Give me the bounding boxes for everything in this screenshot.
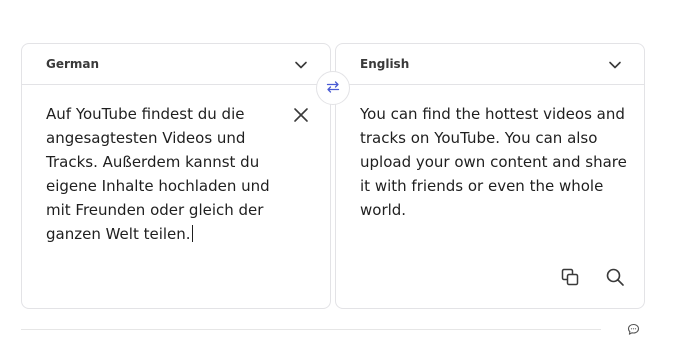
chat-bubble-icon[interactable] [626, 322, 640, 336]
text-cursor [191, 225, 193, 242]
chevron-down-icon[interactable] [608, 58, 622, 72]
source-panel: German Auf YouTube findest du die angesa… [21, 43, 331, 309]
source-text: Auf YouTube findest du die angesagtesten… [46, 105, 270, 243]
target-language-label: English [360, 57, 410, 71]
target-panel: English You can find the hottest videos … [335, 43, 645, 309]
swap-languages-button[interactable] [316, 71, 350, 105]
copy-icon[interactable] [559, 266, 581, 288]
translation-output: You can find the hottest videos and trac… [360, 102, 632, 222]
source-language-label: German [46, 57, 100, 71]
search-icon[interactable] [604, 266, 626, 288]
target-text: You can find the hottest videos and trac… [360, 105, 627, 219]
swap-arrows-icon [326, 79, 340, 98]
target-language-selector[interactable]: English [336, 44, 644, 85]
source-language-selector[interactable]: German [22, 44, 330, 85]
chevron-down-icon[interactable] [294, 58, 308, 72]
footer-divider [21, 329, 601, 330]
source-text-input[interactable]: Auf YouTube findest du die angesagtesten… [46, 102, 282, 246]
close-icon[interactable] [292, 106, 310, 124]
